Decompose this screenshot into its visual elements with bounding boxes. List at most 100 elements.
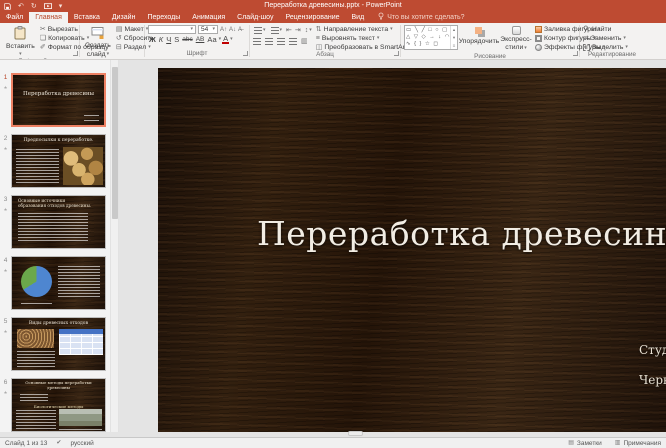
paragraph-group-label: Абзац (316, 51, 334, 58)
paste-caret-icon: ▾ (19, 50, 22, 57)
change-case-button[interactable]: Аа (206, 35, 217, 44)
transition-star-icon: ★ (3, 146, 8, 151)
align-left-icon[interactable] (253, 38, 261, 45)
strikethrough-button[interactable]: abc (181, 35, 193, 44)
numbering-button[interactable]: ▾ (270, 26, 284, 35)
slide-4-thumbnail[interactable] (11, 256, 106, 310)
slide-byline-1[interactable]: Студ (639, 343, 666, 357)
lightbulb-icon (378, 12, 384, 23)
line-spacing-button[interactable]: ↕ ▾ (304, 26, 313, 35)
shapes-more-icon[interactable]: ≡ (453, 43, 456, 48)
spellcheck-button[interactable]: ✔ (56, 440, 61, 446)
slide-1-thumbnail[interactable]: Переработка древесины (11, 73, 106, 127)
slide-canvas[interactable]: Переработка древесины Студ Черн (158, 68, 666, 432)
align-text-button[interactable]: ≡ Выровнять текст ▾ (316, 34, 412, 42)
slide-title-textbox[interactable]: Переработка древесины (257, 214, 666, 253)
notes-icon: ▤ (568, 440, 574, 446)
font-dialog-launcher[interactable] (243, 51, 248, 56)
comments-button[interactable]: ▥ Примечания (615, 440, 661, 447)
decrease-indent-icon[interactable]: ⇤ (286, 27, 292, 34)
shape-outline-icon (535, 34, 542, 42)
increase-indent-icon[interactable]: ⇥ (295, 27, 301, 34)
new-slide-button[interactable]: Создать слайд ▾ (83, 25, 113, 59)
tab-animations[interactable]: Анимация (186, 12, 231, 23)
justify-icon[interactable] (289, 38, 297, 45)
paste-icon (14, 26, 26, 42)
shapes-scroll-up-icon[interactable]: ▴ (453, 27, 455, 33)
tab-slideshow[interactable]: Слайд-шоу (231, 12, 279, 23)
thumb-title: Предпосылки к переработке. (23, 138, 94, 143)
thumbnail-item-1[interactable]: 1 ★ Переработка древесины (0, 73, 110, 127)
find-icon (583, 25, 590, 34)
thumbnail-item-2[interactable]: 2 ★ Предпосылки к переработке. (0, 134, 110, 188)
shapes-scroll-down-icon[interactable]: ▾ (453, 35, 455, 41)
quick-styles-button[interactable]: Экспресс- стили ▾ (500, 25, 532, 53)
text-direction-button[interactable]: ⇅ Направление текста ▾ (316, 25, 412, 33)
text-shadow-button[interactable]: S (173, 35, 180, 44)
slide-number: 4 (3, 257, 8, 264)
font-size-combobox[interactable]: 54 ▾ (198, 25, 218, 34)
thumbnail-item-5[interactable]: 5 ★ Виды древесных отходов (0, 317, 110, 371)
tab-review[interactable]: Рецензирование (279, 12, 345, 23)
smartart-button[interactable]: ◫Преобразовать в SmartArt▾ (316, 43, 412, 51)
replace-button[interactable]: ⇄ Заменить ▾ (583, 34, 628, 42)
language-button[interactable]: русский (70, 440, 93, 447)
tab-insert[interactable]: Вставка (68, 12, 106, 23)
slide-byline-2[interactable]: Черн (639, 373, 666, 387)
clipboard-dialog-launcher[interactable] (73, 51, 78, 56)
notes-button[interactable]: ▤ Заметки (568, 440, 602, 447)
slide-5-thumbnail[interactable]: Виды древесных отходов (11, 317, 106, 371)
ribbon-tabs: Файл Главная Вставка Дизайн Переходы Ани… (0, 12, 666, 23)
drawing-dialog-launcher[interactable] (573, 51, 578, 56)
tab-design[interactable]: Дизайн (106, 12, 142, 23)
shrink-font-icon[interactable]: А↓ (229, 27, 236, 33)
tab-view[interactable]: Вид (346, 12, 371, 23)
tell-me-box[interactable]: Что вы хотите сделать? (370, 12, 472, 23)
transition-star-icon: ★ (3, 85, 8, 90)
thumbnail-scrollbar-thumb[interactable] (112, 67, 118, 219)
select-button[interactable]: Выделить ▾ (583, 43, 628, 51)
shapes-gallery[interactable]: ▭ ╲ ╱ □ ○ ▢ △ ▽ ◇ → ↓ ◠ ∿ { } ☆ ◻ ▴ ▾ ≡ (404, 25, 458, 50)
thumbnail-item-4[interactable]: 4 ★ (0, 256, 110, 310)
slide-2-thumbnail[interactable]: Предпосылки к переработке. (11, 134, 106, 188)
arrange-button[interactable]: Упорядочить (459, 25, 499, 46)
align-center-icon[interactable] (265, 38, 273, 45)
logs-image (17, 329, 54, 348)
paragraph-dialog-launcher[interactable] (394, 51, 399, 56)
underline-button[interactable]: Ч (165, 35, 172, 44)
columns-icon[interactable]: ▥ (301, 38, 308, 45)
bullets-button[interactable]: ▾ (253, 26, 267, 35)
clear-formatting-icon[interactable]: А̶ (238, 27, 242, 33)
line-spacing-icon: ↕ (304, 27, 309, 34)
tab-transitions[interactable]: Переходы (141, 12, 186, 23)
align-right-icon[interactable] (277, 38, 285, 45)
font-color-button[interactable]: А (222, 35, 230, 44)
composting-yard-image (59, 409, 102, 426)
slide-6-thumbnail[interactable]: Основные методы переработки древесины Би… (11, 378, 106, 432)
save-icon[interactable] (4, 0, 11, 15)
section-icon: ⊟ (115, 43, 122, 51)
slide-3-thumbnail[interactable]: Основные источники образования отходов д… (11, 195, 106, 249)
select-icon (583, 43, 590, 51)
shapes-row1: ▭ ╲ ╱ □ ○ ▢ (406, 27, 449, 33)
character-spacing-button[interactable]: АВ (195, 35, 206, 44)
thumbnail-item-3[interactable]: 3 ★ Основные источники образования отходо… (0, 195, 110, 249)
undo-icon[interactable]: ↶ (18, 3, 24, 10)
shapes-gallery-scroll[interactable]: ▴ ▾ ≡ (450, 26, 457, 49)
italic-button[interactable]: К (158, 35, 164, 44)
thumbnail-item-6[interactable]: 6 ★ Основные методы переработки древесины… (0, 378, 110, 432)
font-name-combobox[interactable]: ▾ (148, 25, 196, 34)
customize-qat-icon[interactable]: ▾ (59, 3, 63, 10)
thumbnail-scrollbar[interactable] (110, 60, 119, 432)
quick-access-toolbar: ↶ ↻ ▾ (4, 0, 62, 12)
start-slideshow-icon[interactable] (43, 0, 52, 15)
group-editing: Найти ⇄ Заменить ▾ Выделить ▾ Редактировани… (580, 23, 644, 59)
grow-font-icon[interactable]: А↑ (220, 27, 227, 33)
find-button[interactable]: Найти (583, 25, 628, 33)
bold-button[interactable]: Ж (148, 35, 157, 44)
transition-star-icon: ★ (3, 268, 8, 273)
redo-icon[interactable]: ↻ (31, 3, 37, 10)
shape-effects-icon (535, 43, 542, 51)
paste-button[interactable]: Вставить ▾ (4, 25, 37, 58)
horizontal-scrollbar-handle[interactable] (348, 431, 363, 436)
